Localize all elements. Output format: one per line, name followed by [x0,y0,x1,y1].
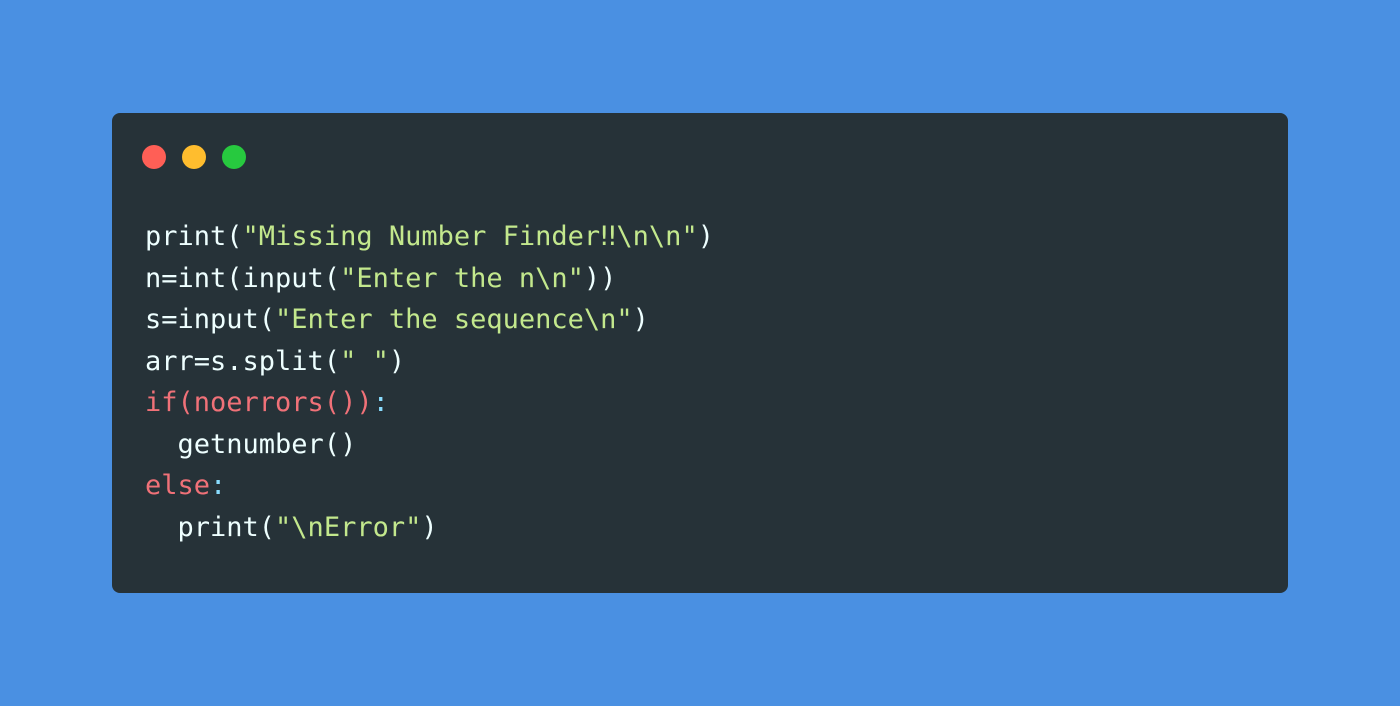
code-token-default: arr=s.split( [145,345,341,377]
code-token-default: ) [697,221,714,252]
code-token-operator: : [372,387,389,418]
code-token-default: print( [145,221,243,252]
code-token-string: "Enter the n\n" [340,262,584,294]
code-block: print("Missing Number Finder‼\n\n") n=int… [145,216,714,548]
code-line: getnumber() [145,424,714,466]
code-token-default: n=int(input( [145,262,341,294]
window-controls [142,145,246,169]
code-line: else: [145,465,714,507]
minimize-dot-icon[interactable] [182,145,206,169]
maximize-dot-icon[interactable] [222,145,246,169]
code-token-default: print( [145,511,276,543]
code-line: if(noerrors()): [145,382,714,424]
code-token-keyword: else [145,470,211,501]
code-token-string: "\nError" [275,511,422,543]
code-token-operator: : [210,470,227,501]
code-token-default: )) [583,262,617,294]
code-token-default: s=input( [145,304,276,335]
code-token-default: ) [632,304,649,335]
code-token-string: " " [340,345,389,377]
code-token-keyword: if(noerrors()) [145,387,373,418]
code-token-default: ) [388,345,406,377]
close-dot-icon[interactable] [142,145,166,169]
code-token-string: "Missing Number Finder‼\n\n" [242,221,698,252]
code-window: print("Missing Number Finder‼\n\n") n=int… [112,113,1288,593]
code-line: print("Missing Number Finder‼\n\n") [145,216,714,258]
code-line: s=input("Enter the sequence\n") [145,299,714,341]
code-line: print("\nError") [145,507,714,549]
code-token-string: "Enter the sequence\n" [275,304,633,335]
code-line: arr=s.split(" ") [145,341,714,383]
code-token-default: ) [421,511,438,543]
code-line: n=int(input("Enter the n\n")) [145,258,714,300]
code-token-default: getnumber() [145,428,357,460]
